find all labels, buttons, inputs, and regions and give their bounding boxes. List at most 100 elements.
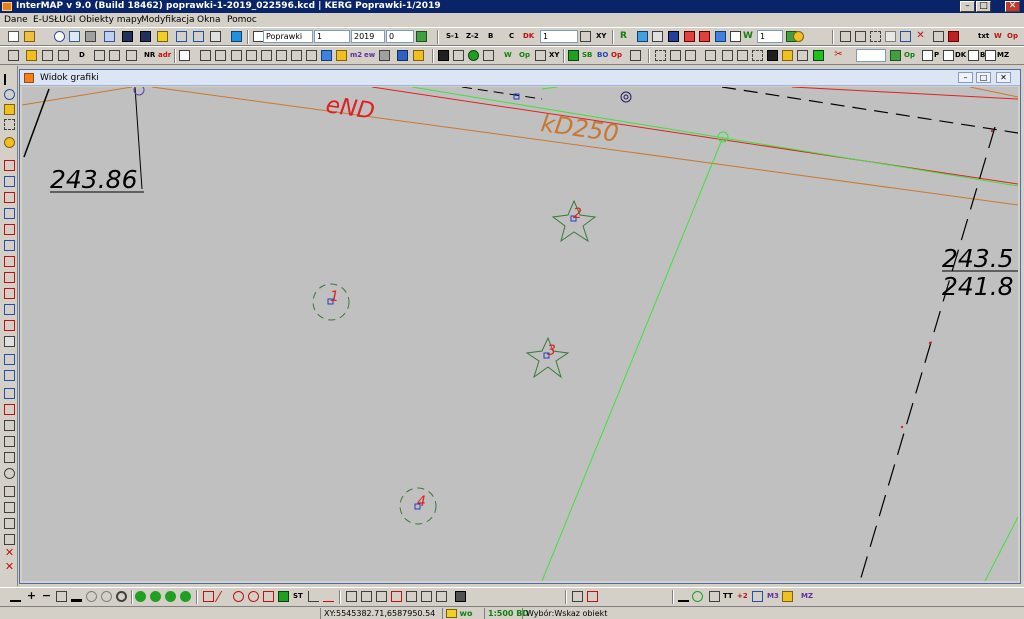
info-icon[interactable] (54, 31, 65, 42)
snap-left-icon[interactable] (4, 208, 15, 219)
op-green-button[interactable]: Op (519, 51, 530, 59)
snap-3-icon[interactable] (376, 591, 387, 602)
info-small-icon[interactable] (900, 31, 911, 42)
ortho-icon[interactable] (308, 591, 319, 602)
b-button[interactable]: B (488, 32, 493, 40)
zero-field[interactable]: 0 (386, 30, 414, 43)
arrow-down-icon[interactable] (416, 31, 427, 42)
info-left-icon[interactable] (4, 89, 15, 100)
xy-snap-icon[interactable] (203, 591, 214, 602)
snap-4-icon[interactable] (391, 591, 402, 602)
value-field[interactable] (856, 49, 886, 62)
pointer-icon[interactable] (4, 74, 15, 85)
grid-snap-icon[interactable] (278, 591, 289, 602)
op-button[interactable]: Op (1007, 32, 1018, 40)
zoom-out-icon[interactable]: − (41, 590, 52, 602)
print-2-icon[interactable] (483, 50, 494, 61)
zoom-in-icon[interactable]: + (26, 590, 37, 602)
arrows-icon[interactable] (535, 50, 546, 61)
table-icon[interactable] (104, 31, 115, 42)
menu-modyfikacja[interactable]: Modyfikacja (141, 15, 195, 25)
paste-left-icon[interactable] (4, 502, 15, 513)
menu-e-uslugi[interactable]: E-USŁUGI (33, 15, 76, 25)
print-icon[interactable] (85, 31, 96, 42)
offset-left-icon[interactable] (4, 336, 15, 347)
node-left-icon[interactable] (4, 176, 15, 187)
snap-2-icon[interactable] (361, 591, 372, 602)
document-icon[interactable] (69, 31, 80, 42)
point-icon[interactable] (94, 50, 105, 61)
c-button[interactable]: C (509, 32, 514, 40)
arc-left-icon[interactable] (4, 224, 15, 235)
snap-5-icon[interactable] (406, 591, 417, 602)
select-tool-icon[interactable] (637, 31, 648, 42)
d-button[interactable]: D (79, 51, 85, 59)
green-tool-icon[interactable] (568, 50, 579, 61)
points-2-icon[interactable] (58, 50, 69, 61)
flip-icon[interactable] (709, 591, 720, 602)
w-button[interactable]: W (743, 31, 753, 41)
gear-icon[interactable] (793, 31, 804, 42)
frame-icon[interactable] (306, 50, 317, 61)
copy-icon[interactable] (291, 50, 302, 61)
bo-button[interactable]: BO (597, 51, 608, 59)
refresh-icon[interactable] (231, 31, 242, 42)
table-2-icon[interactable] (453, 50, 464, 61)
green-square-icon[interactable] (813, 50, 824, 61)
p-checkbox[interactable] (922, 50, 933, 61)
undo-icon[interactable] (176, 31, 187, 42)
clipboard-left-icon[interactable] (4, 534, 15, 545)
fence-left-icon[interactable] (4, 436, 15, 447)
menu-okna[interactable]: Okna (197, 15, 221, 25)
save-as-icon[interactable] (140, 31, 151, 42)
m3-button[interactable]: M3 (767, 592, 779, 600)
ruler-icon[interactable] (8, 50, 19, 61)
layers-icon[interactable] (157, 31, 168, 42)
enter-icon[interactable] (890, 50, 901, 61)
rect-icon[interactable] (246, 50, 257, 61)
op-green-2-button[interactable]: Op (904, 51, 915, 59)
printer-icon[interactable] (379, 50, 390, 61)
ew-button[interactable]: ew (364, 51, 375, 59)
circle-tool-icon[interactable] (699, 31, 710, 42)
a-icon[interactable] (126, 50, 137, 61)
op-red-button[interactable]: Op (611, 51, 622, 59)
snap-7-icon[interactable] (436, 591, 447, 602)
box-tool-icon[interactable] (668, 31, 679, 42)
zoom-extent-icon[interactable] (71, 591, 82, 602)
polygon-tool-icon[interactable] (684, 31, 695, 42)
dark-tool-icon[interactable] (767, 50, 778, 61)
calculator-icon[interactable] (455, 591, 466, 602)
window-icon[interactable] (933, 31, 944, 42)
measure-left-icon[interactable] (4, 192, 15, 203)
move-left-icon[interactable] (4, 354, 15, 365)
layer-combo[interactable]: Poprawki (263, 30, 313, 43)
cut-icon[interactable]: ✂ (833, 50, 844, 61)
delete-left-icon[interactable]: ✕ (4, 547, 15, 559)
count-field[interactable]: 1 (757, 30, 783, 43)
hatch-left-icon[interactable] (4, 420, 15, 431)
split-left-icon[interactable] (4, 304, 15, 315)
menu-pomoc[interactable]: Pomoc (227, 15, 257, 25)
corner-left-icon[interactable] (4, 240, 15, 251)
graphic-close-button[interactable]: ✕ (996, 72, 1011, 83)
mz-button[interactable]: MZ (801, 592, 813, 600)
b-checkbox[interactable] (968, 50, 979, 61)
circle-left-icon[interactable] (4, 468, 15, 479)
lines-icon[interactable] (261, 50, 272, 61)
line-snap-icon[interactable] (214, 591, 233, 602)
redo-icon[interactable] (193, 31, 204, 42)
move-icon[interactable] (685, 50, 696, 61)
map-svg[interactable]: eND kD250 243.86 243.5 241.8 1 2 3 4 (22, 87, 1018, 581)
st-button[interactable]: ST (293, 592, 303, 600)
measure-bottom-icon[interactable] (752, 591, 763, 602)
dk-button[interactable]: DK (523, 32, 534, 40)
symbol-left-icon[interactable] (4, 452, 15, 463)
magic-tool-icon[interactable] (715, 31, 726, 42)
check-icon[interactable] (580, 31, 591, 42)
rotate-icon[interactable] (692, 591, 703, 602)
cross-icon[interactable] (797, 50, 808, 61)
gear-left-icon[interactable] (4, 137, 15, 148)
survey-point-1[interactable]: 1 (312, 283, 350, 321)
status-scale[interactable]: 1:500 BD (484, 608, 529, 619)
